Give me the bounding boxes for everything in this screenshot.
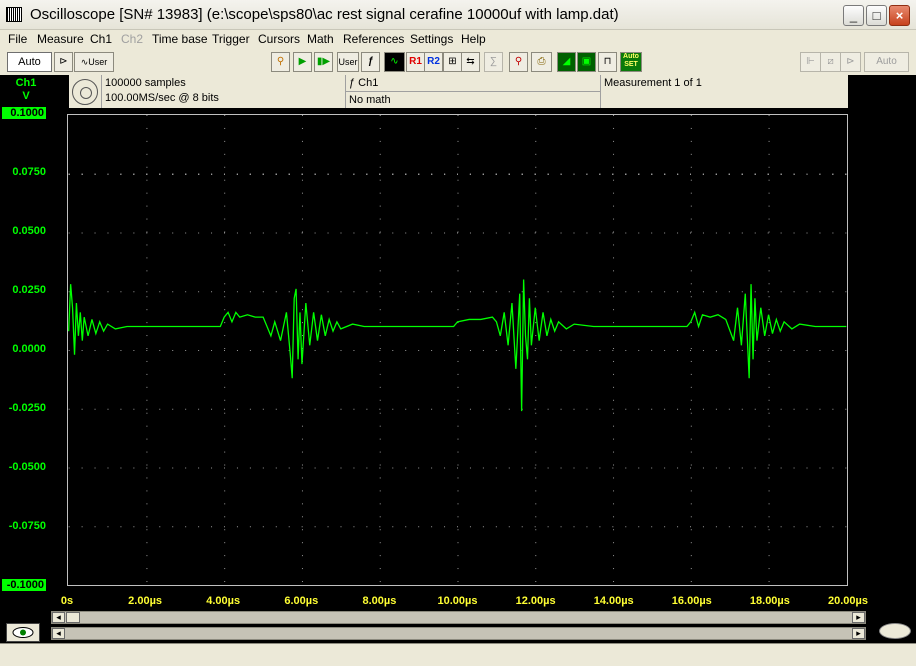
persist-icon[interactable]: ▣ (577, 52, 596, 72)
y-tick-label: 0.0000 (12, 343, 46, 355)
x-tick-label: 12.00µs (515, 595, 556, 607)
y-tick-label: 0.0750 (12, 166, 46, 178)
cursor-icon-2: ⧄ (820, 52, 841, 72)
menu-cursors[interactable]: Cursors (258, 32, 300, 46)
grid (68, 115, 847, 583)
horizontal-scrollbar-2[interactable]: ◂ ▸ (51, 627, 866, 640)
probe-icon[interactable]: ⚲ (271, 52, 290, 72)
autoset-button[interactable]: Auto SET (620, 52, 642, 72)
y-tick-label: 0.0500 (12, 225, 46, 237)
x-tick-label: 10.00µs (437, 595, 478, 607)
channel-function: ƒ Ch1 (349, 77, 379, 89)
grid-icon[interactable]: ⊞ (443, 52, 462, 72)
cursor-icon-1: ⊩ (800, 52, 821, 72)
y-tick-label: -0.1000 (2, 579, 46, 591)
scroll-right-arrow-1[interactable]: ▸ (852, 612, 865, 623)
y-tick-label: 0.0250 (12, 284, 46, 296)
bracket-icon[interactable]: ⊓ (598, 52, 617, 72)
scroll-right-arrow-2[interactable]: ▸ (852, 628, 865, 639)
channel-unit: V (22, 90, 30, 102)
ref-r1-button[interactable]: R1 (406, 52, 425, 72)
user-waveform-button[interactable]: ∿User (74, 52, 114, 72)
cursor-icon-3: ⊳ (840, 52, 861, 72)
scope-view-icon[interactable]: ∿ (384, 52, 405, 72)
minimize-button[interactable]: _ (843, 5, 864, 26)
zoom-icon[interactable]: ⚲ (509, 52, 528, 72)
sum-icon: ∑ (484, 52, 503, 72)
x-tick-label: 8.00µs (362, 595, 397, 607)
trigger-mode-icon[interactable]: ⊳ (54, 52, 73, 72)
auto-button[interactable]: Auto (7, 52, 52, 72)
play-icon[interactable]: ▶ (293, 52, 312, 72)
y-tick-label: -0.0250 (8, 402, 46, 414)
menu-bar: File Measure Ch1 Ch2 Time base Trigger C… (0, 30, 916, 49)
x-tick-label: 2.00µs (128, 595, 163, 607)
ref-r2-button[interactable]: R2 (424, 52, 443, 72)
right-auto-button: Auto (864, 52, 909, 72)
probe-icon-round[interactable] (72, 79, 98, 105)
scroll-left-arrow-1[interactable]: ◂ (52, 612, 65, 623)
eye-icon[interactable] (6, 623, 40, 642)
x-tick-label: 16.00µs (671, 595, 712, 607)
maximize-button[interactable]: □ (866, 5, 887, 26)
menu-time-base[interactable]: Time base (152, 32, 208, 46)
x-tick-label: 18.00µs (749, 595, 790, 607)
menu-measure[interactable]: Measure (37, 32, 84, 46)
function-icon[interactable]: ƒ (361, 52, 380, 72)
swap-icon[interactable]: ⇆ (461, 52, 480, 72)
x-tick-label: 6.00µs (284, 595, 319, 607)
menu-file[interactable]: File (8, 32, 27, 46)
oscilloscope-plot[interactable] (67, 114, 848, 586)
toolbar: Auto ⊳ ∿User ⚲ ▶ ▮▶ User ƒ ∿ R1 R2 ⊞ ⇆ ∑… (0, 49, 916, 75)
display-mode-icon[interactable]: ◢ (557, 52, 576, 72)
channel-name: Ch1 (15, 77, 37, 89)
title-bar: Oscilloscope [SN# 13983] (e:\scope\sps80… (0, 0, 916, 30)
window-title: Oscilloscope [SN# 13983] (e:\scope\sps80… (30, 6, 619, 23)
sample-rate: 100.00MS/sec @ 8 bits (105, 92, 219, 104)
user-button[interactable]: User (337, 52, 359, 72)
single-step-icon[interactable]: ▮▶ (314, 52, 333, 72)
app-icon[interactable] (6, 7, 22, 22)
user-label: User (88, 57, 108, 67)
x-tick-label: 0s (60, 595, 74, 607)
close-button[interactable]: × (889, 5, 910, 26)
y-tick-label: -0.0750 (8, 520, 46, 532)
x-tick-label: 4.00µs (206, 595, 241, 607)
print-icon[interactable]: ⎙ (531, 52, 552, 72)
horizontal-scrollbar-1[interactable]: ◂ ▸ (51, 611, 866, 624)
x-tick-label: 14.00µs (593, 595, 634, 607)
y-tick-label: 0.1000 (2, 107, 46, 119)
sample-count: 100000 samples (105, 77, 186, 89)
scroll-left-arrow-2[interactable]: ◂ (52, 628, 65, 639)
menu-references[interactable]: References (343, 32, 404, 46)
math-status: No math (349, 94, 391, 106)
menu-ch1[interactable]: Ch1 (90, 32, 112, 46)
info-panel: 100000 samples 100.00MS/sec @ 8 bits ƒ C… (69, 75, 848, 108)
menu-help[interactable]: Help (461, 32, 486, 46)
measurement-status: Measurement 1 of 1 (604, 77, 702, 89)
status-oval (879, 623, 911, 639)
menu-ch2: Ch2 (121, 32, 144, 46)
waveform-series-0 (68, 279, 847, 412)
menu-settings[interactable]: Settings (410, 32, 453, 46)
menu-trigger[interactable]: Trigger (212, 32, 250, 46)
x-tick-label: 20.00µs (828, 595, 868, 607)
scroll-thumb-1[interactable] (66, 612, 80, 623)
status-bar (0, 643, 916, 666)
menu-math[interactable]: Math (307, 32, 334, 46)
y-tick-label: -0.0500 (8, 461, 46, 473)
